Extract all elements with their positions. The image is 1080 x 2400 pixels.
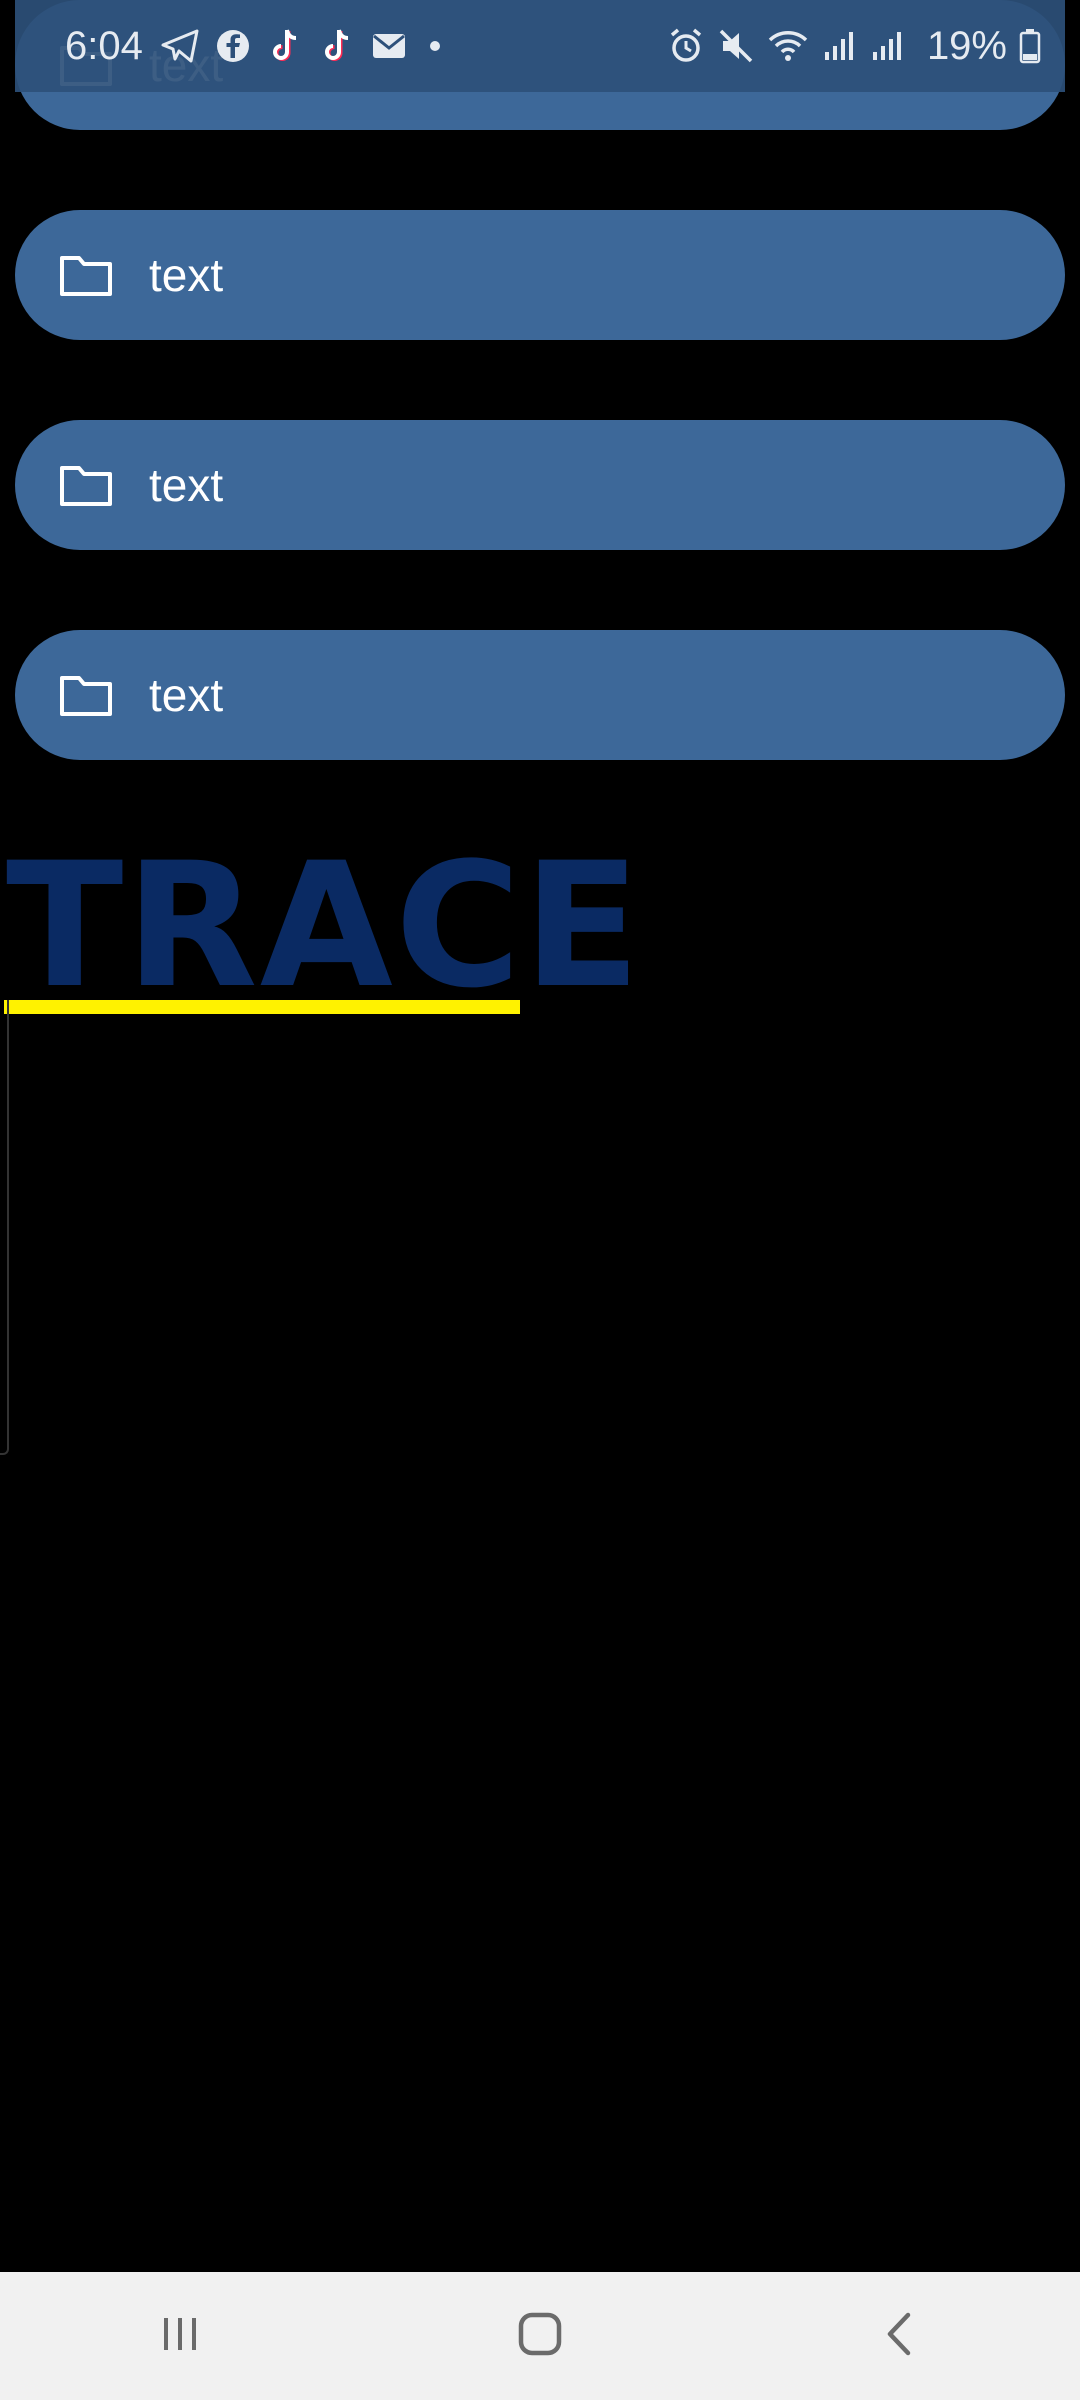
signal-icon: [821, 28, 857, 64]
folder-icon: [59, 253, 113, 297]
telegram-icon: [161, 29, 199, 63]
folder-item-3[interactable]: text: [15, 630, 1065, 760]
facebook-icon: [215, 28, 251, 64]
status-bar: 6:04 19%: [15, 0, 1065, 92]
app-screen: text text text text 6:04: [0, 0, 1080, 2400]
alarm-icon: [667, 27, 705, 65]
folder-icon: [59, 463, 113, 507]
recents-button[interactable]: [120, 2286, 240, 2386]
trace-underline: [4, 1000, 520, 1014]
tiktok-icon: [267, 27, 303, 65]
recents-icon: [158, 2312, 202, 2361]
scroll-edge: [0, 1000, 9, 1455]
folder-label: text: [149, 459, 224, 511]
folder-icon: [59, 673, 113, 717]
navigation-bar: [0, 2272, 1080, 2400]
battery-icon: [1019, 28, 1041, 64]
wifi-icon: [767, 28, 809, 64]
folder-label: text: [149, 249, 224, 301]
battery-percent: 19%: [926, 23, 1007, 68]
back-icon: [880, 2311, 920, 2362]
signal-icon: [869, 28, 905, 64]
back-button[interactable]: [840, 2286, 960, 2386]
mute-icon: [717, 27, 755, 65]
notification-icons: [161, 27, 447, 65]
home-button[interactable]: [480, 2286, 600, 2386]
status-time: 6:04: [65, 23, 143, 68]
gmail-icon: [371, 31, 407, 61]
trace-title: TRACE: [6, 825, 643, 1026]
tiktok-icon: [319, 27, 355, 65]
folder-label: text: [149, 669, 224, 721]
folder-item-1[interactable]: text: [15, 210, 1065, 340]
folder-item-2[interactable]: text: [15, 420, 1065, 550]
system-icons: 19%: [667, 24, 1041, 69]
home-icon: [517, 2311, 563, 2362]
more-dot-icon: [423, 34, 447, 58]
